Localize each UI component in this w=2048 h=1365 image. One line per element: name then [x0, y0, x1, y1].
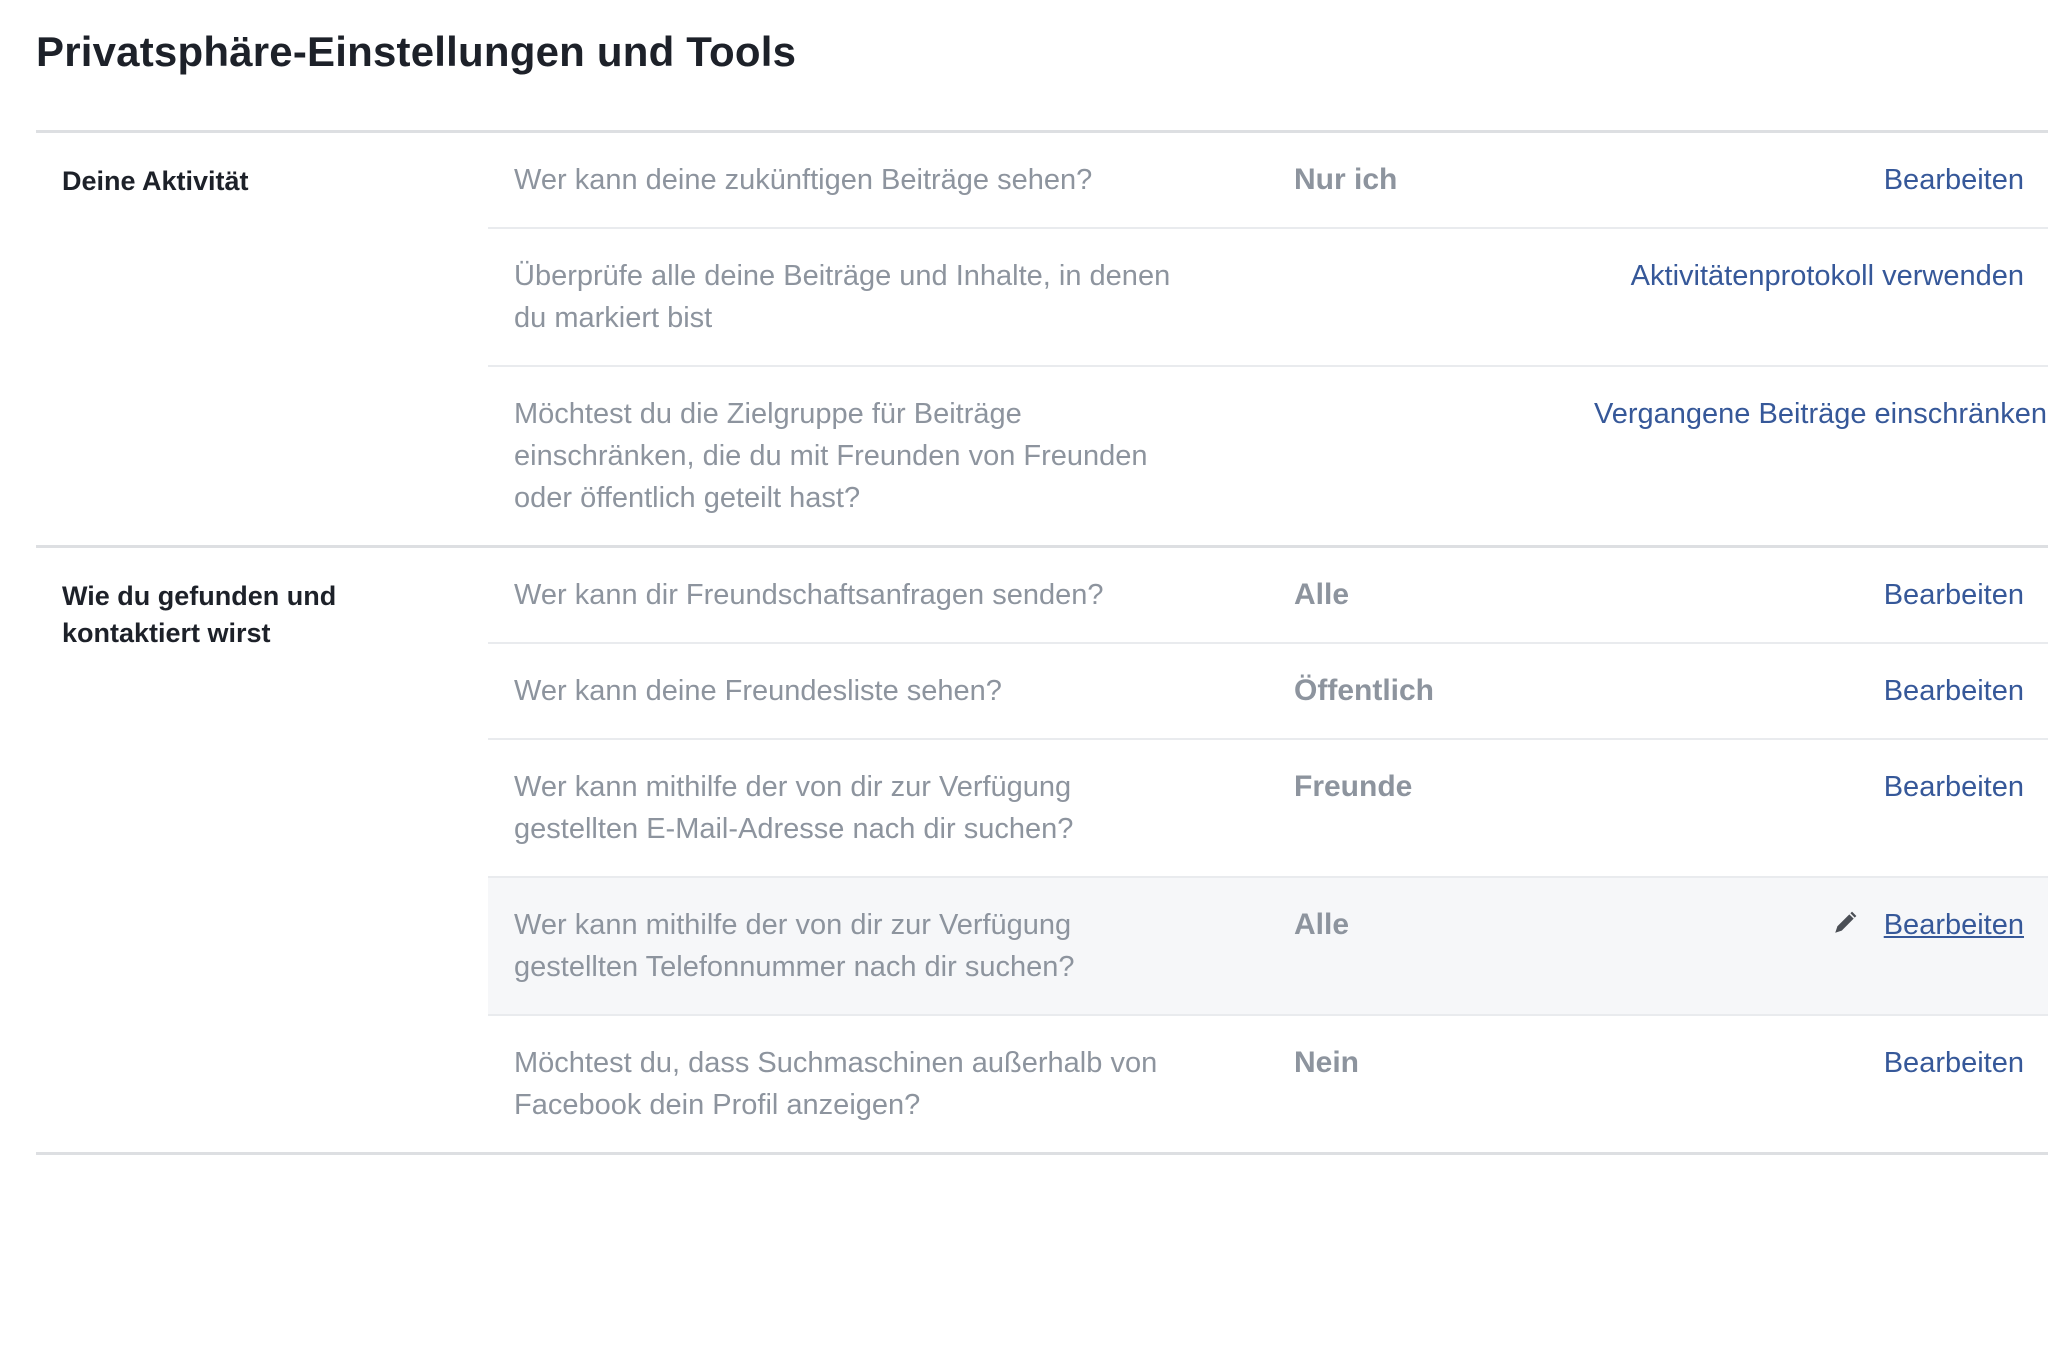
section-your-activity: Deine Aktivität Wer kann deine zukünftig…	[36, 130, 2048, 545]
setting-question: Wer kann deine Freundesliste sehen?	[514, 675, 1002, 707]
setting-question: Möchtest du die Zielgruppe für Beiträge …	[514, 367, 1294, 545]
setting-value: Freunde	[1294, 770, 1413, 803]
setting-question: Wer kann deine zukünftigen Beiträge sehe…	[514, 164, 1093, 196]
edit-link[interactable]: Bearbeiten	[1884, 771, 2024, 803]
setting-row-phone-lookup[interactable]: Wer kann mithilfe der von dir zur Verfüg…	[488, 876, 2048, 1014]
setting-question-line: Wer kann mithilfe der von dir zur Verfüg…	[514, 909, 1072, 941]
setting-question-line: oder öffentlich geteilt hast?	[514, 482, 861, 514]
setting-question-line: Überprüfe alle deine Beiträge und Inhalt…	[514, 260, 1171, 292]
setting-value	[1294, 367, 1594, 545]
setting-question-line: Möchtest du, dass Suchmaschinen außerhal…	[514, 1047, 1158, 1079]
setting-action: Bearbeiten	[1594, 878, 2024, 1014]
setting-action: Bearbeiten	[1594, 133, 2024, 227]
setting-question: Möchtest du, dass Suchmaschinen außerhal…	[514, 1016, 1294, 1152]
setting-row-email-lookup: Wer kann mithilfe der von dir zur Verfüg…	[488, 738, 2048, 876]
setting-row-friend-list: Wer kann deine Freundesliste sehen? Öffe…	[488, 642, 2048, 738]
edit-link[interactable]: Bearbeiten	[1884, 164, 2024, 196]
setting-action: Bearbeiten	[1594, 740, 2024, 876]
settings-table: Deine Aktivität Wer kann deine zukünftig…	[36, 130, 2048, 1155]
edit-link[interactable]: Bearbeiten	[1884, 1047, 2024, 1079]
setting-action: Vergangene Beiträge einschränken	[1594, 367, 2047, 545]
setting-row-limit-past-posts: Möchtest du die Zielgruppe für Beiträge …	[488, 365, 2048, 545]
section-label-line: Deine Aktivität	[62, 166, 249, 196]
section-label: Deine Aktivität	[36, 133, 488, 545]
activity-log-link[interactable]: Aktivitätenprotokoll verwenden	[1631, 260, 2024, 292]
setting-question-line: gestellten Telefonnummer nach dir suchen…	[514, 951, 1075, 983]
setting-value: Alle	[1294, 908, 1350, 941]
setting-value: Nur ich	[1294, 163, 1398, 196]
edit-link[interactable]: Bearbeiten	[1884, 909, 2024, 941]
setting-action: Bearbeiten	[1594, 644, 2024, 738]
setting-value: Alle	[1294, 578, 1350, 611]
section-label-line: kontaktiert wirst	[62, 618, 271, 648]
privacy-settings-page: Privatsphäre-Einstellungen und Tools Dei…	[0, 0, 2048, 1365]
setting-question-line: Wer kann mithilfe der von dir zur Verfüg…	[514, 771, 1072, 803]
setting-action: Bearbeiten	[1594, 1016, 2024, 1152]
setting-question-line: Facebook dein Profil anzeigen?	[514, 1089, 921, 1121]
edit-link[interactable]: Bearbeiten	[1884, 675, 2024, 707]
page-title: Privatsphäre-Einstellungen und Tools	[36, 28, 797, 75]
setting-question: Wer kann mithilfe der von dir zur Verfüg…	[514, 740, 1294, 876]
section-label-line: Wie du gefunden und	[62, 581, 337, 611]
setting-value: Öffentlich	[1294, 674, 1434, 707]
setting-action: Aktivitätenprotokoll verwenden	[1594, 229, 2024, 365]
setting-question-line: einschränken, die du mit Freunden von Fr…	[514, 440, 1148, 472]
setting-question-line: Möchtest du die Zielgruppe für Beiträge	[514, 398, 1022, 430]
section-rows: Wer kann deine zukünftigen Beiträge sehe…	[488, 133, 2048, 545]
setting-value	[1294, 229, 1594, 365]
setting-question: Wer kann mithilfe der von dir zur Verfüg…	[514, 878, 1294, 1014]
setting-value: Nein	[1294, 1046, 1360, 1079]
pencil-icon[interactable]	[1832, 910, 1858, 936]
setting-row-review-tagged: Überprüfe alle deine Beiträge und Inhalt…	[488, 227, 2048, 365]
section-label: Wie du gefunden und kontaktiert wirst	[36, 548, 488, 1152]
setting-row-search-engines: Möchtest du, dass Suchmaschinen außerhal…	[488, 1014, 2048, 1152]
setting-action: Bearbeiten	[1594, 548, 2024, 642]
setting-question-line: gestellten E-Mail-Adresse nach dir suche…	[514, 813, 1074, 845]
setting-question-line: du markiert bist	[514, 302, 713, 334]
limit-past-posts-link[interactable]: Vergangene Beiträge einschränken	[1594, 398, 2047, 430]
section-rows: Wer kann dir Freundschaftsanfragen sende…	[488, 548, 2048, 1152]
setting-question: Wer kann dir Freundschaftsanfragen sende…	[514, 579, 1104, 611]
setting-row-future-posts: Wer kann deine zukünftigen Beiträge sehe…	[488, 133, 2048, 227]
setting-question: Überprüfe alle deine Beiträge und Inhalt…	[514, 229, 1294, 365]
setting-row-friend-requests: Wer kann dir Freundschaftsanfragen sende…	[488, 548, 2048, 642]
section-how-found-contacted: Wie du gefunden und kontaktiert wirst We…	[36, 545, 2048, 1155]
edit-link[interactable]: Bearbeiten	[1884, 579, 2024, 611]
